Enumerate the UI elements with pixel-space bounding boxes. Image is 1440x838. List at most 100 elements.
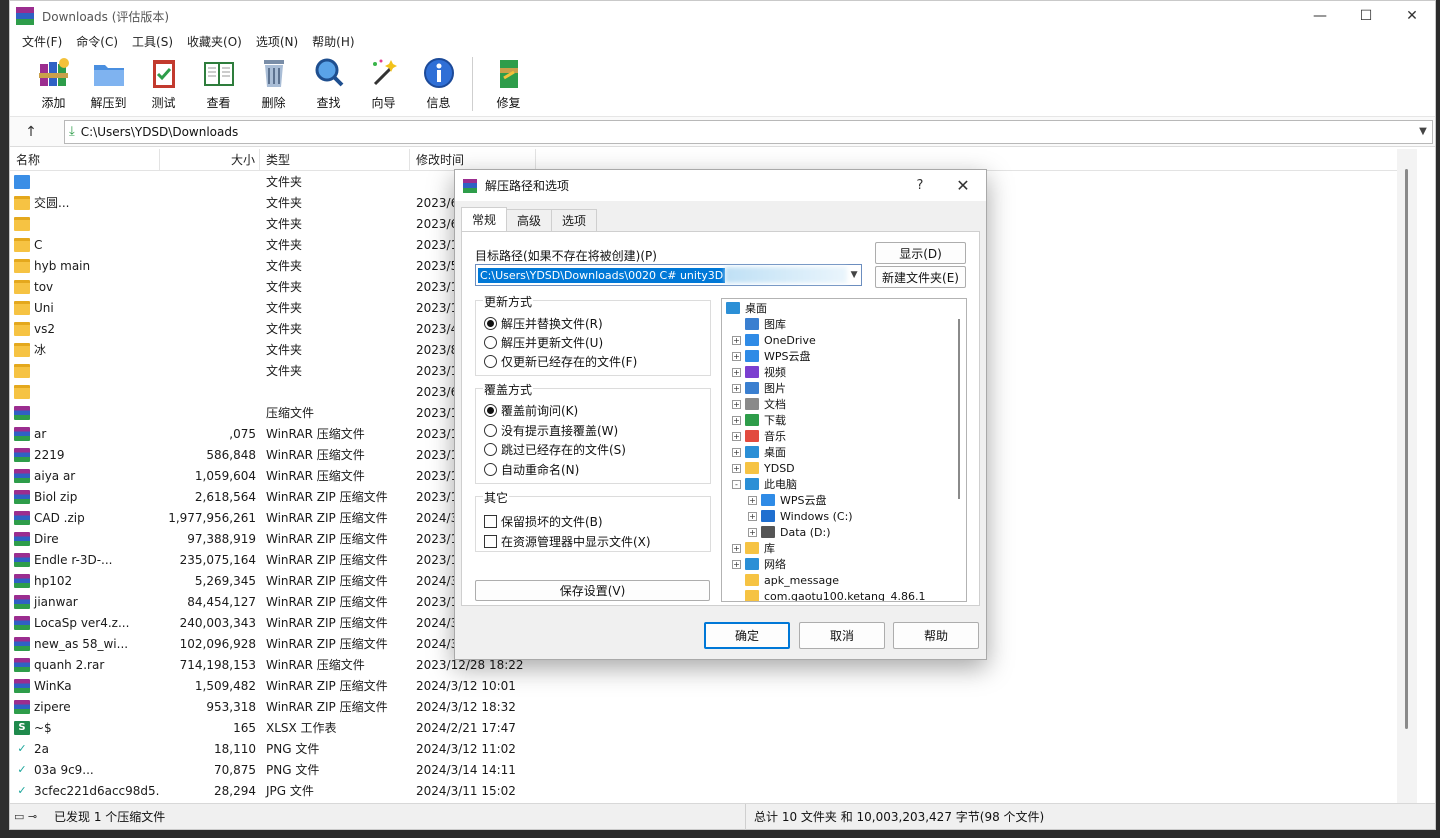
checkbox-option[interactable]: 在资源管理器中显示文件(X) xyxy=(484,533,651,550)
tree-node[interactable]: + 视频 xyxy=(732,364,786,380)
radio-button[interactable] xyxy=(484,336,497,349)
table-row[interactable]: ✓ 03a 9c9... 70,875 PNG 文件 2024/3/14 14:11 xyxy=(10,759,1417,780)
help-button[interactable]: 帮助 xyxy=(893,622,979,649)
find-button[interactable]: 查找 xyxy=(301,55,356,111)
scrollbar-thumb[interactable] xyxy=(1405,169,1408,729)
close-button[interactable]: ✕ xyxy=(1389,1,1435,31)
tree-node[interactable]: + 库 xyxy=(732,540,775,556)
tree-scrollbar[interactable] xyxy=(954,299,966,601)
tree-node[interactable]: + OneDrive xyxy=(732,332,816,348)
table-row[interactable]: WinKa 1,509,482 WinRAR ZIP 压缩文件 2024/3/12 1… xyxy=(10,675,1417,696)
radio-option[interactable]: 覆盖前询问(K) xyxy=(484,402,578,419)
expand-icon[interactable]: + xyxy=(748,527,757,537)
expand-icon[interactable]: + xyxy=(732,399,741,409)
radio-option[interactable]: 解压并替换文件(R) xyxy=(484,315,603,332)
table-row[interactable]: ✓ 2a 18,110 PNG 文件 2024/3/12 11:02 xyxy=(10,738,1417,759)
menu-help[interactable]: 帮助(H) xyxy=(305,33,361,50)
ok-button[interactable]: 确定 xyxy=(704,622,790,649)
checkbox[interactable] xyxy=(484,535,497,548)
column-type[interactable]: 类型 xyxy=(260,149,410,171)
collapse-icon[interactable]: - xyxy=(732,479,741,489)
extract-to-button[interactable]: 解压到 xyxy=(81,55,136,111)
radio-option[interactable]: 跳过已经存在的文件(S) xyxy=(484,441,626,458)
menu-favorites[interactable]: 收藏夹(O) xyxy=(180,33,249,50)
expand-icon[interactable]: + xyxy=(732,335,741,345)
test-button[interactable]: 测试 xyxy=(136,55,191,111)
radio-option[interactable]: 解压并更新文件(U) xyxy=(484,334,603,351)
dialog-close-button[interactable]: ✕ xyxy=(940,176,986,195)
radio-button[interactable] xyxy=(484,355,497,368)
tree-node[interactable]: + YDSD xyxy=(732,460,795,476)
radio-button[interactable] xyxy=(484,443,497,456)
checkbox[interactable] xyxy=(484,515,497,528)
show-button[interactable]: 显示(D) xyxy=(875,242,966,264)
tree-node[interactable]: 图库 xyxy=(732,316,786,332)
path-input[interactable]: ⤓ C:\Users\YDSD\Downloads ▼ xyxy=(64,119,1433,144)
menu-tools[interactable]: 工具(S) xyxy=(125,33,180,50)
new-folder-button[interactable]: 新建文件夹(E) xyxy=(875,266,966,288)
table-row[interactable]: S ~$ 165 XLSX 工作表 2024/2/21 17:47 xyxy=(10,717,1417,738)
tree-node[interactable]: + 网络 xyxy=(732,556,786,572)
radio-button[interactable] xyxy=(484,423,497,437)
tree-node[interactable]: com.gaotu100.ketang_4.86.1 xyxy=(732,588,925,601)
column-size[interactable]: 大小 xyxy=(160,149,260,171)
file-list-scrollbar[interactable] xyxy=(1397,149,1417,805)
help-icon[interactable]: ? xyxy=(900,178,940,193)
expand-icon[interactable]: + xyxy=(732,431,741,441)
tree-node[interactable]: + WPS云盘 xyxy=(748,492,827,508)
tree-node[interactable]: + WPS云盘 xyxy=(732,348,811,364)
tab-options[interactable]: 选项 xyxy=(551,209,598,231)
radio-button[interactable] xyxy=(484,462,497,476)
delete-button[interactable]: 删除 xyxy=(246,55,301,111)
save-settings-button[interactable]: 保存设置(V) xyxy=(475,580,710,601)
info-button[interactable]: 信息 xyxy=(411,55,466,111)
tree-node[interactable]: apk_message xyxy=(732,572,839,588)
repair-button[interactable]: 修复 xyxy=(481,55,536,111)
expand-icon[interactable]: + xyxy=(732,463,741,473)
expand-icon[interactable]: + xyxy=(732,351,741,361)
expand-icon[interactable]: + xyxy=(732,383,741,393)
cancel-button[interactable]: 取消 xyxy=(799,622,885,649)
menu-commands[interactable]: 命令(C) xyxy=(69,33,125,50)
chevron-down-icon[interactable]: ▼ xyxy=(847,270,861,280)
chevron-down-icon[interactable]: ▼ xyxy=(1414,126,1432,137)
add-button[interactable]: 添加 xyxy=(26,55,81,111)
tree-node[interactable]: + Windows (C:) xyxy=(748,508,853,524)
radio-button[interactable] xyxy=(484,404,497,417)
tab-general[interactable]: 常规 xyxy=(461,207,508,231)
radio-button[interactable] xyxy=(484,317,497,330)
tree-node[interactable]: - 此电脑 xyxy=(732,476,797,492)
tree-node[interactable]: + 音乐 xyxy=(732,428,786,444)
table-row[interactable]: ✓ 3cfec221d6acc98d5... 28,294 JPG 文件 2024/3/… xyxy=(10,780,1417,801)
radio-option[interactable]: 仅更新已经存在的文件(F) xyxy=(484,353,637,370)
expand-icon[interactable]: + xyxy=(732,367,741,377)
tree-node[interactable]: 桌面 xyxy=(726,300,767,316)
view-button[interactable]: 查看 xyxy=(191,55,246,111)
menu-file[interactable]: 文件(F) xyxy=(15,33,69,50)
radio-option[interactable]: 自动重命名(N) xyxy=(484,461,579,478)
tab-advanced[interactable]: 高级 xyxy=(506,209,553,231)
tree-node[interactable]: + 下载 xyxy=(732,412,786,428)
dest-path-input[interactable]: C:\Users\YDSD\Downloads\0020 C# unity3D … xyxy=(475,264,862,286)
radio-option[interactable]: 没有提示直接覆盖(W) xyxy=(484,422,618,439)
wizard-button[interactable]: 向导 xyxy=(356,55,411,111)
tree-scrollbar-thumb[interactable] xyxy=(958,319,960,499)
menu-options[interactable]: 选项(N) xyxy=(249,33,305,50)
expand-icon[interactable]: + xyxy=(732,447,741,457)
up-arrow-icon[interactable]: ↑ xyxy=(18,124,44,140)
expand-icon[interactable]: + xyxy=(748,495,757,505)
expand-icon[interactable]: + xyxy=(732,559,741,569)
tree-node[interactable]: + 文档 xyxy=(732,396,786,412)
expand-icon[interactable]: + xyxy=(732,415,741,425)
maximize-button[interactable]: ☐ xyxy=(1343,1,1389,31)
folder-tree[interactable]: 桌面 图库 + OneDrive + WPS云盘 + 视频 + 图片 + 文档 + 下载 + 音乐 + 桌面 + YD… xyxy=(721,298,967,602)
checkbox-option[interactable]: 保留损坏的文件(B) xyxy=(484,513,603,530)
tree-node[interactable]: + 图片 xyxy=(732,380,786,396)
minimize-button[interactable]: — xyxy=(1297,1,1343,31)
tree-node[interactable]: + Data (D:) xyxy=(748,524,831,540)
expand-icon[interactable]: + xyxy=(748,511,757,521)
column-modified[interactable]: 修改时间 xyxy=(410,149,536,171)
tree-node[interactable]: + 桌面 xyxy=(732,444,786,460)
expand-icon[interactable]: + xyxy=(732,543,741,553)
table-row[interactable]: zipere 953,318 WinRAR ZIP 压缩文件 2024/3/12 18… xyxy=(10,696,1417,717)
